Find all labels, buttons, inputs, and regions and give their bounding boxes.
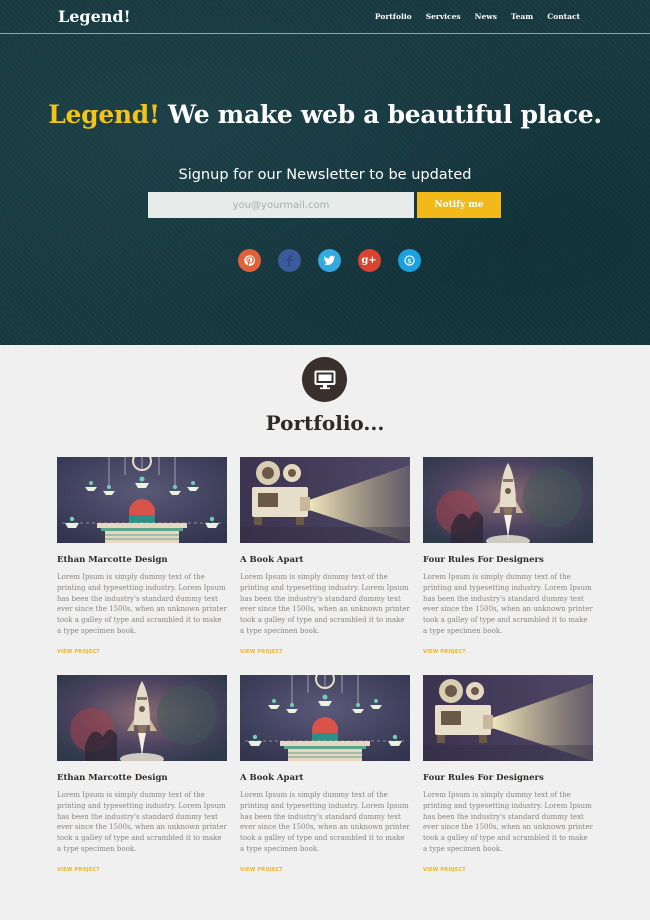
facebook-icon[interactable] <box>277 249 301 272</box>
portfolio-card-description: Lorem Ipsum is simply dummy text of the … <box>423 791 593 853</box>
portfolio-card-description: Lorem Ipsum is simply dummy text of the … <box>240 791 410 853</box>
portfolio-card: A Book Apart Lorem Ipsum is simply dummy … <box>240 675 410 873</box>
portfolio-thumbnail[interactable] <box>240 457 410 543</box>
view-project-link[interactable]: VIEW PROJECT <box>423 867 593 873</box>
portfolio-card-title: Ethan Marcotte Design <box>57 773 168 783</box>
newsletter-subtitle: Signup for our Newsletter to be updated <box>178 167 472 183</box>
portfolio-card-description: Lorem Ipsum is simply dummy text of the … <box>57 573 227 635</box>
nav-team[interactable]: Team <box>511 12 533 21</box>
portfolio-card-title: A Book Apart <box>240 555 304 565</box>
notify-me-button[interactable]: Notify me <box>417 192 501 218</box>
portfolio-card-description: Lorem Ipsum is simply dummy text of the … <box>240 573 410 635</box>
portfolio-thumbnail[interactable] <box>423 457 593 543</box>
view-project-link[interactable]: VIEW PROJECT <box>57 867 227 873</box>
site-logo[interactable]: Legend! <box>58 7 131 26</box>
headline-rest: We make web a beautiful place. <box>159 100 602 129</box>
monitor-icon <box>302 357 347 402</box>
top-navbar: Legend! Portfolio Services News Team Con… <box>0 0 650 34</box>
portfolio-card: Ethan Marcotte Design Lorem Ipsum is simp… <box>57 457 227 655</box>
email-input[interactable] <box>148 192 414 218</box>
twitter-icon[interactable] <box>317 249 341 272</box>
pinterest-icon[interactable] <box>237 249 261 272</box>
portfolio-card-title: Ethan Marcotte Design <box>57 555 168 565</box>
view-project-link[interactable]: VIEW PROJECT <box>240 649 410 655</box>
portfolio-thumbnail[interactable] <box>57 457 227 543</box>
portfolio-thumbnail[interactable] <box>240 675 410 761</box>
view-project-link[interactable]: VIEW PROJECT <box>240 867 410 873</box>
nav-services[interactable]: Services <box>426 12 461 21</box>
portfolio-card-title: A Book Apart <box>240 773 304 783</box>
main-nav: Portfolio Services News Team Contact <box>375 12 580 21</box>
portfolio-card: Ethan Marcotte Design Lorem Ipsum is simp… <box>57 675 227 873</box>
view-project-link[interactable]: VIEW PROJECT <box>423 649 593 655</box>
headline-accent: Legend! <box>48 100 160 129</box>
portfolio-title: Portfolio... <box>265 411 385 435</box>
nav-news[interactable]: News <box>475 12 497 21</box>
nav-portfolio[interactable]: Portfolio <box>375 12 412 21</box>
nav-contact[interactable]: Contact <box>547 12 580 21</box>
portfolio-card: A Book Apart Lorem Ipsum is simply dummy … <box>240 457 410 655</box>
hero-section: Legend! Portfolio Services News Team Con… <box>0 0 650 345</box>
skype-icon[interactable] <box>397 249 421 272</box>
portfolio-thumbnail[interactable] <box>423 675 593 761</box>
social-links: g+ <box>0 249 650 272</box>
portfolio-card: Four Rules For Designers Lorem Ipsum is s… <box>423 675 593 873</box>
portfolio-card: Four Rules For Designers Lorem Ipsum is s… <box>423 457 593 655</box>
portfolio-thumbnail[interactable] <box>57 675 227 761</box>
portfolio-card-title: Four Rules For Designers <box>423 555 544 565</box>
hero-headline: Legend! We make web a beautiful place. <box>0 100 650 129</box>
portfolio-card-description: Lorem Ipsum is simply dummy text of the … <box>57 791 227 853</box>
view-project-link[interactable]: VIEW PROJECT <box>57 649 227 655</box>
google-plus-icon[interactable]: g+ <box>357 249 381 272</box>
portfolio-card-description: Lorem Ipsum is simply dummy text of the … <box>423 573 593 635</box>
portfolio-card-title: Four Rules For Designers <box>423 773 544 783</box>
